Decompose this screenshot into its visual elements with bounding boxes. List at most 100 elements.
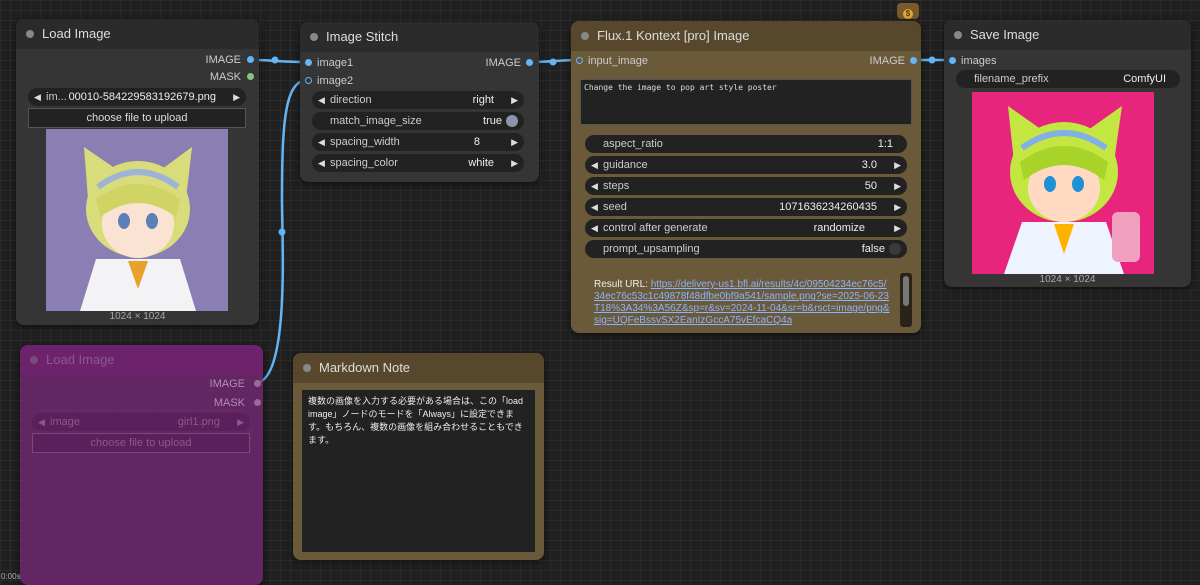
node-status-dot — [26, 30, 34, 38]
save-image-node[interactable]: Save Image images filename_prefix ComfyUI… — [944, 20, 1191, 287]
image-file-combo[interactable]: ◀ image girl1.png ▶ — [32, 413, 250, 431]
output-image-dot[interactable] — [910, 57, 917, 64]
node-title-bar[interactable]: Image Stitch — [300, 22, 539, 52]
input-image1-dot[interactable] — [305, 59, 312, 66]
wire-dot — [928, 56, 936, 64]
direction-combo[interactable]: ◀ direction right ▶ — [312, 91, 524, 109]
image-stitch-node[interactable]: Image Stitch image1 image2 IMAGE ◀ direct… — [300, 22, 539, 182]
input-images-slot[interactable]: images — [961, 54, 996, 68]
input-image1-slot[interactable]: image1 — [317, 56, 353, 70]
load-image-node-bypassed[interactable]: Load Image IMAGE MASK ◀ image girl1.png … — [20, 345, 263, 585]
node-title: Flux.1 Kontext [pro] Image — [597, 28, 750, 43]
widget-value: 1071636234260435 — [779, 201, 877, 213]
arrow-left-icon[interactable]: ◀ — [591, 198, 598, 216]
output-image-dot[interactable] — [526, 59, 533, 66]
input-image-dot[interactable] — [576, 57, 583, 64]
match-image-size-toggle[interactable]: match_image_size true — [312, 112, 524, 130]
node-title-bar[interactable]: Save Image — [944, 20, 1191, 50]
arrow-left-icon[interactable]: ◀ — [318, 133, 325, 151]
arrow-left-icon[interactable]: ◀ — [591, 219, 598, 237]
steps-number[interactable]: ◀ steps 50 ▶ — [585, 177, 907, 195]
input-image-slot[interactable]: input_image — [588, 54, 648, 68]
output-image-dot[interactable] — [247, 56, 254, 63]
input-images-dot[interactable] — [949, 57, 956, 64]
output-mask-dot[interactable] — [247, 73, 254, 80]
slot-label: image1 — [317, 57, 354, 69]
arrow-right-icon[interactable]: ▶ — [511, 91, 518, 109]
node-status-dot — [310, 33, 318, 41]
image-file-combo[interactable]: ◀ im... 00010-584229583192679.png ▶ — [28, 88, 246, 106]
widget-value: 00010-584229583192679.png — [68, 91, 216, 103]
arrow-right-icon[interactable]: ▶ — [511, 133, 518, 151]
choose-file-button[interactable]: choose file to upload — [32, 433, 250, 453]
arrow-right-icon[interactable]: ▶ — [237, 413, 244, 431]
toggle-knob-icon[interactable] — [506, 115, 518, 127]
arrow-right-icon[interactable]: ▶ — [233, 88, 240, 106]
result-scrollbar[interactable] — [900, 273, 912, 327]
node-status-dot — [30, 356, 38, 364]
widget-label: filename_prefix — [974, 73, 1049, 85]
input-image2-dot[interactable] — [305, 77, 312, 84]
slot-label: MASK — [209, 71, 241, 83]
arrow-right-icon[interactable]: ▶ — [894, 198, 901, 216]
output-image-slot[interactable]: IMAGE — [870, 54, 905, 68]
scrollbar-thumb[interactable] — [903, 276, 909, 306]
flux-kontext-pro-node[interactable]: Flux.1 Kontext [pro] Image input_image I… — [571, 21, 921, 333]
toggle-knob-icon[interactable] — [889, 243, 901, 255]
output-mask-slot[interactable]: MASK — [214, 396, 245, 410]
widget-label: spacing_color — [330, 157, 398, 169]
output-image-preview — [972, 92, 1154, 274]
output-image-slot[interactable]: IMAGE — [206, 53, 241, 67]
result-url-text: Result URL: https://delivery-us1.bfl.ai/… — [594, 279, 891, 327]
markdown-note-node[interactable]: Markdown Note 複数の画像を入力する必要がある場合は、この「load… — [293, 353, 544, 560]
arrow-right-icon[interactable]: ▶ — [894, 219, 901, 237]
control-after-generate-combo[interactable]: ◀ control after generate randomize ▶ — [585, 219, 907, 237]
arrow-right-icon[interactable]: ▶ — [511, 154, 518, 172]
wire-dot — [549, 58, 557, 66]
slot-label: input_image — [588, 55, 648, 67]
arrow-left-icon[interactable]: ◀ — [38, 413, 45, 431]
node-title-bar[interactable]: Load Image — [16, 19, 259, 49]
output-image-dot[interactable] — [254, 380, 261, 387]
node-title: Image Stitch — [326, 29, 399, 44]
arrow-right-icon[interactable]: ▶ — [894, 156, 901, 174]
slot-label: IMAGE — [205, 54, 241, 66]
aspect-ratio-field[interactable]: aspect_ratio 1:1 — [585, 135, 907, 153]
note-body[interactable]: 複数の画像を入力する必要がある場合は、この「load image」ノードのモード… — [302, 390, 535, 552]
output-image-slot[interactable]: IMAGE — [486, 56, 521, 70]
guidance-number[interactable]: ◀ guidance 3.0 ▶ — [585, 156, 907, 174]
node-title-bar[interactable]: Markdown Note — [293, 353, 544, 383]
output-mask-dot[interactable] — [254, 399, 261, 406]
arrow-left-icon[interactable]: ◀ — [34, 88, 41, 106]
output-mask-slot[interactable]: MASK — [210, 70, 241, 84]
node-title: Markdown Note — [319, 360, 411, 375]
wire-dot — [278, 228, 286, 236]
spacing-color-combo[interactable]: ◀ spacing_color white ▶ — [312, 154, 524, 172]
spacing-width-number[interactable]: ◀ spacing_width 8 ▶ — [312, 133, 524, 151]
node-title-bar[interactable]: Flux.1 Kontext [pro] Image — [571, 21, 921, 51]
arrow-left-icon[interactable]: ◀ — [591, 177, 598, 195]
wire-dot — [271, 56, 279, 64]
slot-label: MASK — [213, 397, 245, 409]
output-image-slot[interactable]: IMAGE — [210, 377, 245, 391]
load-image-node[interactable]: Load Image IMAGE MASK ◀ im... 00010-5842… — [16, 19, 259, 325]
widget-value: white — [468, 157, 494, 169]
widget-value: 50 — [864, 180, 877, 192]
node-title-bar[interactable]: Load Image — [20, 345, 263, 375]
widget-value: 1:1 — [877, 138, 893, 150]
widget-value: 8 — [473, 136, 480, 148]
image-dimensions: 1024 × 1024 — [109, 311, 166, 322]
prompt-upsampling-toggle[interactable]: prompt_upsampling false — [585, 240, 907, 258]
node-status-dot — [581, 32, 589, 40]
filename-prefix-field[interactable]: filename_prefix ComfyUI — [956, 70, 1180, 88]
widget-label: match_image_size — [330, 115, 422, 127]
prompt-textarea[interactable]: Change the image to pop art style poster — [580, 79, 912, 125]
choose-file-button[interactable]: choose file to upload — [28, 108, 246, 128]
arrow-right-icon[interactable]: ▶ — [894, 177, 901, 195]
arrow-left-icon[interactable]: ◀ — [318, 91, 325, 109]
arrow-left-icon[interactable]: ◀ — [591, 156, 598, 174]
slot-label: images — [961, 55, 997, 67]
seed-number[interactable]: ◀ seed 1071636234260435 ▶ — [585, 198, 907, 216]
input-image2-slot[interactable]: image2 — [317, 74, 353, 88]
arrow-left-icon[interactable]: ◀ — [318, 154, 325, 172]
